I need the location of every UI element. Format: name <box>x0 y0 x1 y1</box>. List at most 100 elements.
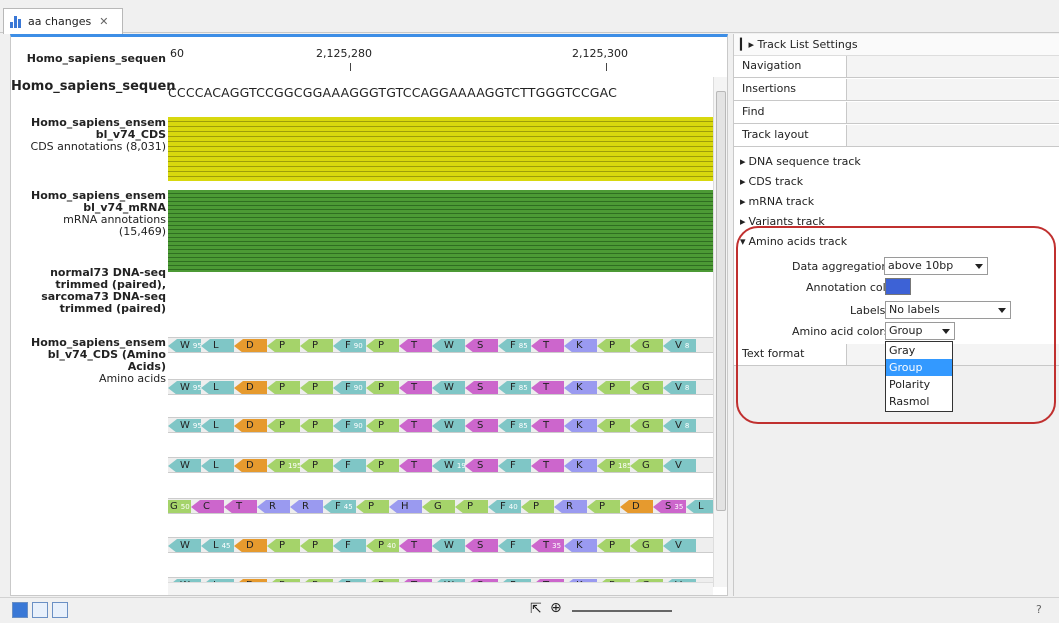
amino-acid: W <box>432 339 465 352</box>
amino-acid-position: 85 <box>518 384 528 392</box>
amino-track-label[interactable]: Homo_sapiens_ensem bl_v74_CDS (Amino Acids… <box>11 337 168 385</box>
amino-acid: R <box>554 500 587 513</box>
tab-aa-changes[interactable]: aa changes ✕ <box>3 8 123 34</box>
amino-acid-row[interactable]: W L 45 D P P F P 40 T W S F T 35 K P G V <box>168 537 713 553</box>
tree-mrna-track[interactable]: mRNA track <box>740 195 815 208</box>
amino-acid: P <box>597 339 630 352</box>
amino-acid: F 90 <box>333 419 366 432</box>
track-list-settings-header[interactable]: ▎▸ Track List Settings <box>734 34 1059 56</box>
amino-acid: P <box>267 339 300 352</box>
amino-acid: P <box>300 459 333 472</box>
amino-acid: W 95 <box>168 419 201 432</box>
amino-acid: F <box>333 459 366 472</box>
amino-acid: T <box>531 339 564 352</box>
amino-acid: T <box>399 459 432 472</box>
dna-track-label[interactable]: Homo_sapiens_sequen <box>11 53 168 67</box>
amino-acid: F <box>333 539 366 552</box>
amino-acid: P <box>267 539 300 552</box>
help-icon[interactable]: ? <box>1036 603 1042 616</box>
mrna-track-label[interactable]: Homo_sapiens_ensem bl_v74_mRNA mRNA annota… <box>11 190 168 238</box>
amino-acid: W <box>168 539 201 552</box>
amino-acid: L <box>201 419 234 432</box>
amino-acid-position: 35 <box>674 503 684 511</box>
amino-acid: D <box>234 459 267 472</box>
amino-acid: T <box>224 500 257 513</box>
app-window: aa changes ✕ Homo_sapiens_sequen Homo_sa… <box>0 0 1059 623</box>
amino-acid-row[interactable]: W 95 L D P P F 90 P T W S F 85 T K P G V 8 <box>168 417 713 433</box>
amino-acid: P <box>300 419 333 432</box>
track-view-icon[interactable] <box>12 602 28 618</box>
tree-cds-track[interactable]: CDS track <box>740 175 804 188</box>
amino-acid: S <box>465 419 498 432</box>
amino-acid-position: 8 <box>684 342 690 350</box>
amino-acid: S 35 <box>653 500 686 513</box>
amino-acid: T <box>399 339 432 352</box>
amino-acid: T <box>399 381 432 394</box>
horizontal-scrollbar[interactable] <box>168 582 713 595</box>
amino-acid: K <box>564 539 597 552</box>
dna-track-name[interactable]: Homo_sapiens_sequen <box>11 80 176 93</box>
amino-acid: R <box>257 500 290 513</box>
history-view-icon[interactable] <box>52 602 68 618</box>
track-list-icon <box>10 15 24 28</box>
amino-acid-position: 95 <box>192 384 202 392</box>
amino-acid: R <box>290 500 323 513</box>
amino-acid: F 40 <box>488 500 521 513</box>
amino-acid-position: 90 <box>353 384 363 392</box>
cds-track-label[interactable]: Homo_sapiens_ensem bl_v74_CDS CDS annotati… <box>11 117 168 153</box>
position-ruler: 60 2,125,280 2,125,300 <box>168 37 713 77</box>
amino-acid: W 95 <box>168 339 201 352</box>
amino-acid: V <box>663 459 696 472</box>
cds-annotations[interactable] <box>168 117 713 181</box>
amino-acid: P 40 <box>366 539 399 552</box>
amino-acid: L 45 <box>201 539 234 552</box>
amino-acid: F 45 <box>323 500 356 513</box>
amino-acid-row[interactable]: G 50 C T R R F 45 P H G P F 40 P R P D S 35 L <box>168 498 713 514</box>
amino-acid: F 90 <box>333 339 366 352</box>
amino-acid-row[interactable]: W 95 L D P P F 90 P T W S F 85 T K P G V 8 <box>168 337 713 353</box>
amino-acid: P <box>356 500 389 513</box>
amino-acid: P <box>366 339 399 352</box>
amino-acid: K <box>564 381 597 394</box>
amino-acid-position: 35 <box>552 542 562 550</box>
amino-acid: G <box>422 500 455 513</box>
amino-acid: T 35 <box>531 539 564 552</box>
amino-acid-position: 50 <box>180 503 190 511</box>
section-navigation[interactable]: Navigation <box>734 56 1059 78</box>
amino-acid: D <box>234 339 267 352</box>
section-find[interactable]: Find <box>734 102 1059 124</box>
variants-track-label[interactable]: normal73 DNA-seq trimmed (paired), sarcoma… <box>11 267 168 315</box>
amino-acid: D <box>620 500 653 513</box>
amino-acid: S <box>465 459 498 472</box>
amino-acid: P <box>521 500 554 513</box>
zoom-icon[interactable]: ⊕ <box>550 600 562 616</box>
section-insertions[interactable]: Insertions <box>734 79 1059 101</box>
amino-acid: W <box>432 381 465 394</box>
select-mode-icon[interactable]: ⇱ <box>530 601 542 617</box>
zoom-slider[interactable] <box>572 610 672 612</box>
amino-acid: P <box>455 500 488 513</box>
amino-acid: G <box>630 539 663 552</box>
close-icon[interactable]: ✕ <box>99 15 108 28</box>
amino-acid: F <box>498 539 531 552</box>
tree-dna-track[interactable]: DNA sequence track <box>740 155 861 168</box>
amino-acid: L <box>201 339 234 352</box>
vertical-scrollbar[interactable] <box>713 77 727 587</box>
table-view-icon[interactable] <box>32 602 48 618</box>
amino-acid-position: 45 <box>221 542 231 550</box>
amino-acid: T <box>531 381 564 394</box>
section-track-layout[interactable]: Track layout <box>734 125 1059 147</box>
amino-acid-position: 40 <box>387 542 396 550</box>
amino-acid-row[interactable]: W L D P 195 P F P T W 190 S F T K P 185 G V <box>168 457 713 473</box>
amino-acid-row[interactable]: W 95 L D P P F 90 P T W S F 85 T K P G V 8 <box>168 379 713 395</box>
track-view: Homo_sapiens_sequen Homo_sapiens_sequen … <box>10 34 728 596</box>
amino-acid: P <box>300 339 333 352</box>
amino-acid: P <box>366 419 399 432</box>
amino-acid: P <box>597 539 630 552</box>
amino-acid: T <box>531 419 564 432</box>
amino-acid: D <box>234 419 267 432</box>
mrna-annotations[interactable] <box>168 190 713 272</box>
scroll-thumb[interactable] <box>716 91 726 511</box>
amino-acid: P <box>267 419 300 432</box>
amino-acid: G <box>630 419 663 432</box>
